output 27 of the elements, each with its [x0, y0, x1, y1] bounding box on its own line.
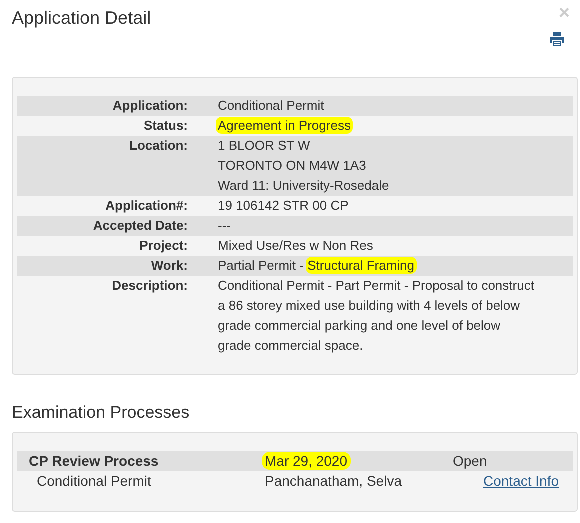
section-heading: Examination Processes	[12, 403, 191, 423]
field-value: Conditional Permit	[218, 97, 326, 115]
field-label: Location:	[128, 137, 188, 155]
field-value: Mixed Use/Res w Non Res	[218, 237, 374, 255]
field-label: Work:	[150, 257, 188, 275]
field-value: 1 BLOOR ST W	[218, 137, 312, 155]
print-icon[interactable]	[550, 32, 564, 46]
dialog-title: Application Detail	[12, 8, 152, 29]
process-status: Open	[452, 452, 488, 471]
reviewer-name: Panchanatham, Selva	[265, 472, 403, 491]
field-value: ---	[218, 217, 232, 235]
field-label: Application:	[112, 97, 188, 115]
process-type: Conditional Permit	[36, 472, 152, 491]
field-label: Application#:	[104, 197, 188, 215]
field-value: TORONTO ON M4W 1A3	[218, 157, 368, 175]
field-label: Description:	[111, 277, 188, 295]
field-label: Project:	[138, 237, 188, 255]
process-date: Mar 29, 2020	[262, 452, 350, 470]
field-label: Accepted Date:	[92, 217, 188, 235]
field-value: Agreement in Progress	[218, 116, 354, 136]
contact-info-link[interactable]: Contact Info	[484, 471, 559, 491]
field-value: Partial Permit - Structural Framing	[218, 256, 418, 276]
process-name: CP Review Process	[28, 452, 160, 471]
field-value: Conditional Permit - Part Permit - Proposal to construct a 86 storey mixed use building with 4 levels of below grade commercial parking and one level of below grade commercial space.	[218, 277, 536, 355]
field-value: 19 106142 STR 00 CP	[218, 197, 350, 215]
field-label: Status:	[142, 117, 188, 135]
field-value: Ward 11: University-Rosedale	[218, 177, 390, 195]
